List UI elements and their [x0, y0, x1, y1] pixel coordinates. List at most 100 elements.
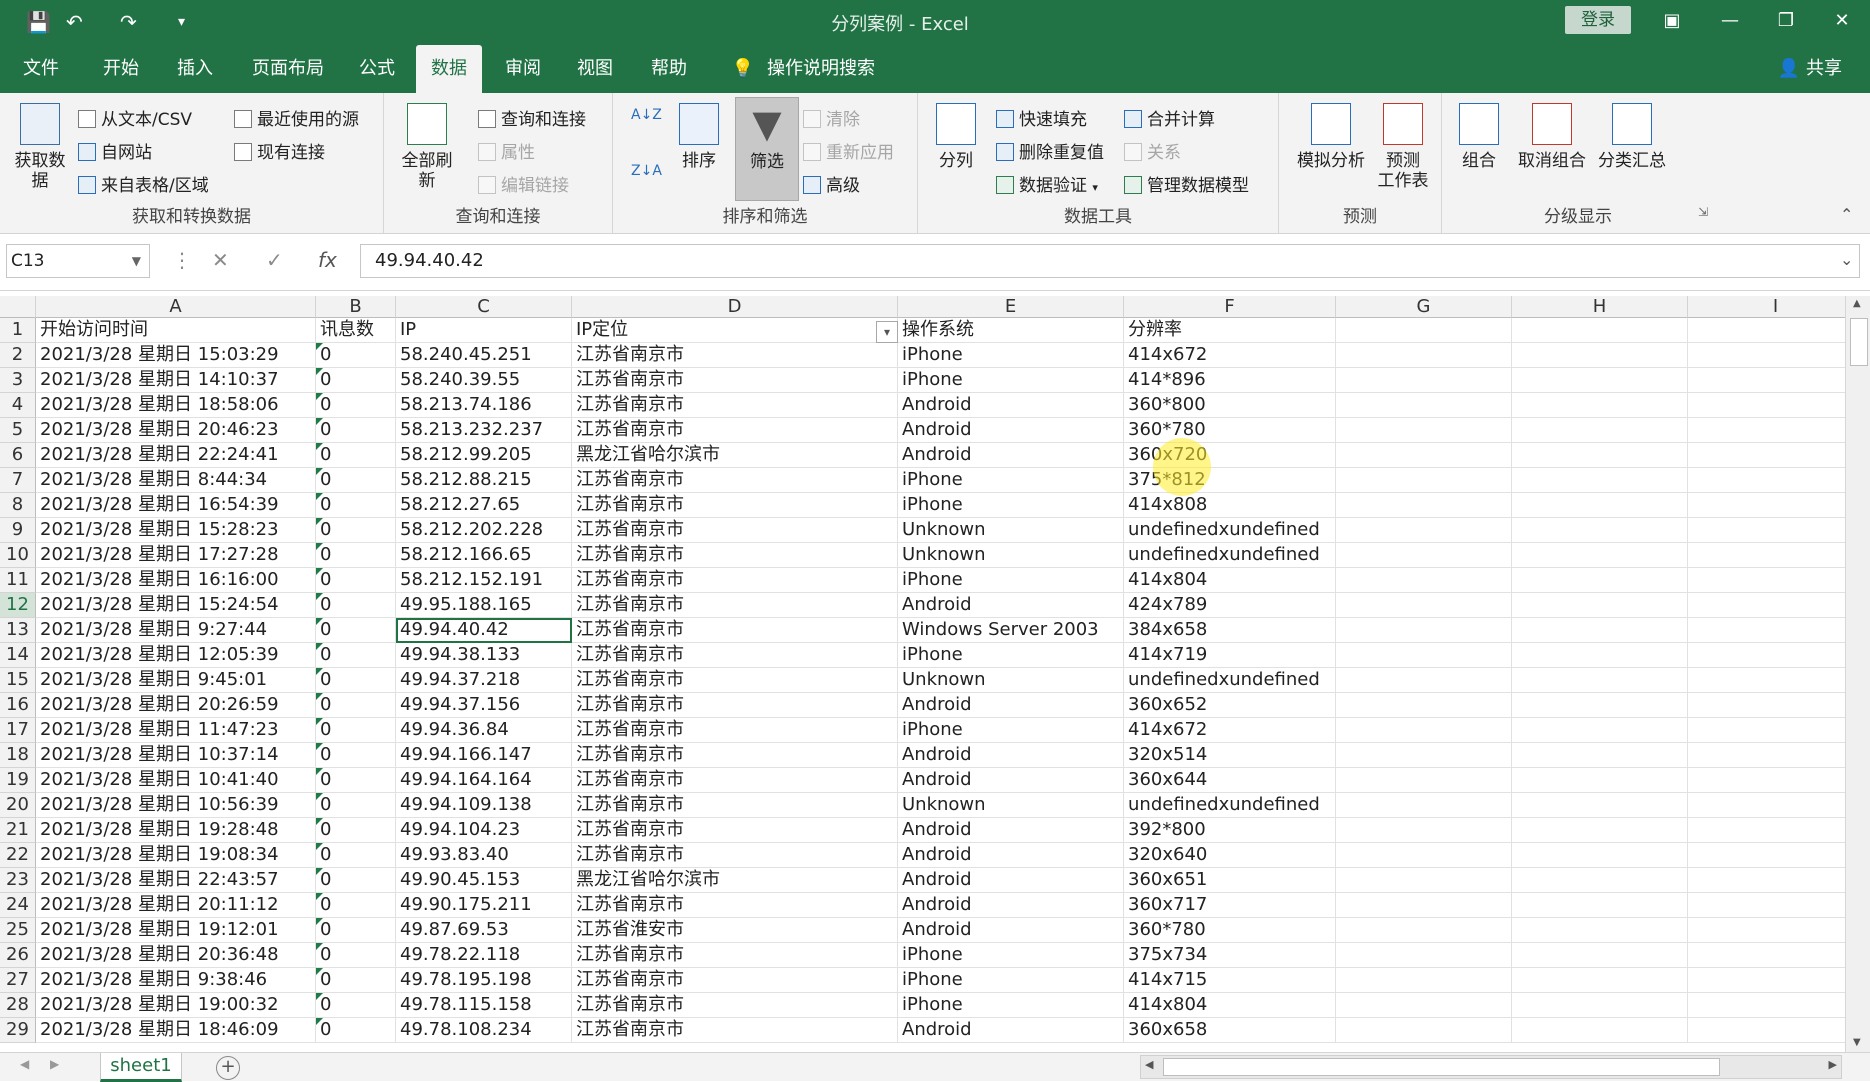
cell-location[interactable]: 江苏省南京市 — [572, 668, 898, 693]
empty-cell[interactable] — [1688, 543, 1845, 568]
empty-cell[interactable] — [1336, 643, 1512, 668]
row-header[interactable]: 24 — [0, 893, 36, 918]
cell-location[interactable]: 江苏省南京市 — [572, 418, 898, 443]
empty-cell[interactable] — [1512, 718, 1688, 743]
sort-button[interactable]: 排序 — [667, 103, 731, 171]
cell-ip[interactable]: 58.212.88.215 — [396, 468, 572, 493]
login-button[interactable]: 登录 — [1565, 6, 1631, 34]
cell-os[interactable]: iPhone — [898, 718, 1124, 743]
cell-ip[interactable]: 49.94.109.138 — [396, 793, 572, 818]
cell-time[interactable]: 2021/3/28 星期日 17:27:28 — [36, 543, 316, 568]
cell-resolution[interactable]: undefinedxundefined — [1124, 668, 1336, 693]
cell-resolution[interactable]: 360x717 — [1124, 893, 1336, 918]
cell-time[interactable]: 2021/3/28 星期日 15:24:54 — [36, 593, 316, 618]
data-validation-button[interactable]: 数据验证 ▾ — [996, 171, 1098, 196]
cell-messages[interactable]: 0 — [316, 843, 396, 868]
cell-location[interactable]: 黑龙江省哈尔滨市 — [572, 443, 898, 468]
what-if-button[interactable]: 模拟分析 — [1293, 103, 1369, 171]
empty-cell[interactable] — [1336, 918, 1512, 943]
cell-time[interactable]: 2021/3/28 星期日 19:12:01 — [36, 918, 316, 943]
scroll-left-icon[interactable]: ◀ — [1145, 1058, 1153, 1071]
cell-messages[interactable]: 0 — [316, 768, 396, 793]
cell-resolution[interactable]: 360*800 — [1124, 393, 1336, 418]
active-cell[interactable]: 49.94.40.42 — [396, 618, 572, 643]
cell-location[interactable]: 江苏省南京市 — [572, 893, 898, 918]
cell-resolution[interactable]: 414x672 — [1124, 343, 1336, 368]
empty-cell[interactable] — [1688, 418, 1845, 443]
cell-messages[interactable]: 0 — [316, 968, 396, 993]
horizontal-scrollbar[interactable]: ◀ ▶ — [1140, 1055, 1842, 1079]
cell-os[interactable]: iPhone — [898, 343, 1124, 368]
cell-location[interactable]: 江苏省南京市 — [572, 518, 898, 543]
cell-time[interactable]: 2021/3/28 星期日 12:05:39 — [36, 643, 316, 668]
vertical-scrollbar[interactable]: ▲ ▼ — [1845, 296, 1870, 1052]
cell-ip[interactable]: 58.212.27.65 — [396, 493, 572, 518]
empty-cell[interactable] — [1512, 1018, 1688, 1043]
chevron-down-icon[interactable]: ▼ — [132, 245, 141, 277]
cell-os[interactable]: Android — [898, 768, 1124, 793]
prev-sheet-icon[interactable]: ◀ — [20, 1057, 29, 1071]
ungroup-button[interactable]: 取消组合 — [1514, 103, 1590, 171]
cell-time[interactable]: 2021/3/28 星期日 9:38:46 — [36, 968, 316, 993]
cell-location[interactable]: 江苏省南京市 — [572, 843, 898, 868]
column-header-f[interactable]: F — [1124, 296, 1336, 318]
scroll-right-icon[interactable]: ▶ — [1829, 1058, 1837, 1071]
row-header[interactable]: 4 — [0, 393, 36, 418]
empty-cell[interactable] — [1512, 768, 1688, 793]
cell-time[interactable]: 2021/3/28 星期日 19:08:34 — [36, 843, 316, 868]
cell-time[interactable]: 2021/3/28 星期日 10:37:14 — [36, 743, 316, 768]
cell-location[interactable]: 江苏省南京市 — [572, 393, 898, 418]
cell-ip[interactable]: 49.94.104.23 — [396, 818, 572, 843]
cell-messages[interactable]: 0 — [316, 543, 396, 568]
cell-time[interactable]: 2021/3/28 星期日 20:46:23 — [36, 418, 316, 443]
empty-cell[interactable] — [1512, 443, 1688, 468]
empty-cell[interactable] — [1688, 393, 1845, 418]
cell-time[interactable]: 2021/3/28 星期日 15:03:29 — [36, 343, 316, 368]
cell-messages[interactable]: 0 — [316, 593, 396, 618]
cell-messages[interactable]: 0 — [316, 693, 396, 718]
cell-ip[interactable]: 49.90.45.153 — [396, 868, 572, 893]
cell-time[interactable]: 2021/3/28 星期日 19:28:48 — [36, 818, 316, 843]
empty-cell[interactable] — [1336, 518, 1512, 543]
cell-location[interactable]: 江苏省南京市 — [572, 693, 898, 718]
cell-resolution[interactable]: 414*896 — [1124, 368, 1336, 393]
row-header[interactable]: 23 — [0, 868, 36, 893]
empty-cell[interactable] — [1336, 1018, 1512, 1043]
row-header[interactable]: 11 — [0, 568, 36, 593]
empty-cell[interactable] — [1512, 643, 1688, 668]
cell-ip[interactable]: 58.212.166.65 — [396, 543, 572, 568]
cell-resolution[interactable]: 414x808 — [1124, 493, 1336, 518]
cell-time[interactable]: 2021/3/28 星期日 11:47:23 — [36, 718, 316, 743]
cell-os[interactable]: Unknown — [898, 518, 1124, 543]
tell-me-search[interactable]: 操作说明搜索 — [762, 45, 880, 93]
cell-ip[interactable]: 49.78.115.158 — [396, 993, 572, 1018]
empty-cell[interactable] — [1512, 843, 1688, 868]
cell-time[interactable]: 2021/3/28 星期日 20:36:48 — [36, 943, 316, 968]
empty-cell[interactable] — [1688, 918, 1845, 943]
cell-ip[interactable]: 49.95.188.165 — [396, 593, 572, 618]
ribbon-display-icon[interactable]: ▣ — [1652, 6, 1692, 36]
cell-messages[interactable]: 0 — [316, 643, 396, 668]
cell-resolution[interactable]: 392*800 — [1124, 818, 1336, 843]
flash-fill-button[interactable]: 快速填充 — [996, 105, 1087, 130]
sheet-tab[interactable]: sheet1 — [100, 1053, 182, 1082]
row-header[interactable]: 25 — [0, 918, 36, 943]
empty-cell[interactable] — [1512, 793, 1688, 818]
tab-home[interactable]: 开始 — [90, 45, 152, 93]
empty-cell[interactable] — [1336, 868, 1512, 893]
empty-cell[interactable] — [1336, 543, 1512, 568]
empty-cell[interactable] — [1512, 593, 1688, 618]
lightbulb-icon[interactable]: 💡 — [722, 45, 764, 93]
cell-messages[interactable]: 0 — [316, 918, 396, 943]
tab-page-layout[interactable]: 页面布局 — [238, 45, 338, 93]
cell-os[interactable]: iPhone — [898, 368, 1124, 393]
name-box[interactable]: C13 ▼ — [6, 244, 150, 278]
empty-cell[interactable] — [1512, 468, 1688, 493]
row-header[interactable]: 7 — [0, 468, 36, 493]
empty-cell[interactable] — [1688, 468, 1845, 493]
cell-messages[interactable]: 0 — [316, 1018, 396, 1043]
cell-messages[interactable]: 0 — [316, 993, 396, 1018]
cell-messages[interactable]: 0 — [316, 818, 396, 843]
restore-icon[interactable]: ❐ — [1766, 6, 1806, 36]
sort-asc-icon[interactable]: A↓Z — [631, 107, 662, 123]
